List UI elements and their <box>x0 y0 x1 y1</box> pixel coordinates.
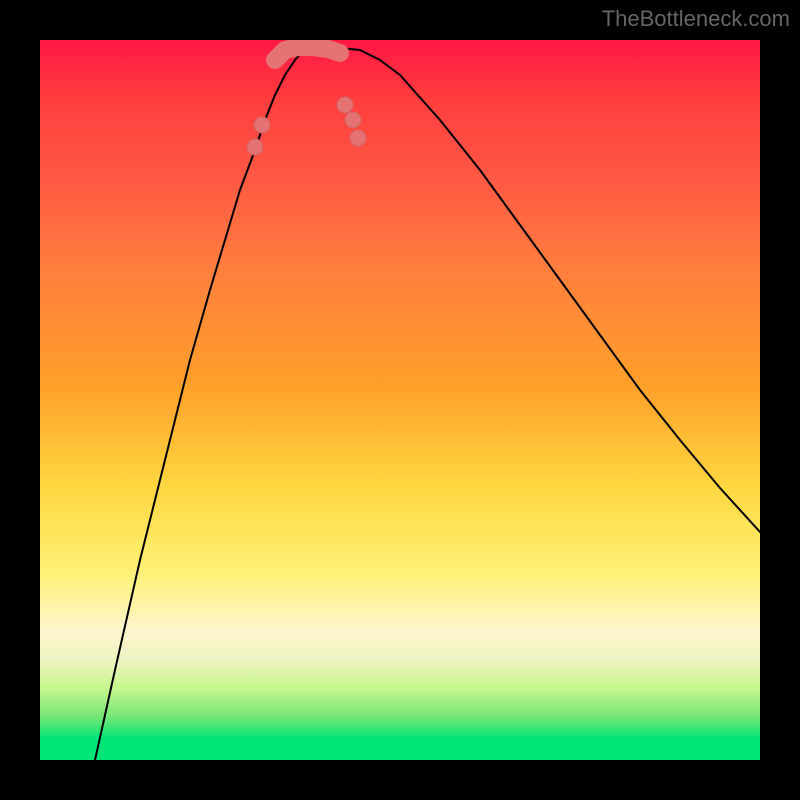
watermark-text: TheBottleneck.com <box>602 6 790 32</box>
curve-marker <box>247 139 263 155</box>
curve-marker <box>350 130 366 146</box>
curve-marker <box>254 117 270 133</box>
chart-container: TheBottleneck.com <box>0 0 800 800</box>
plot-area <box>40 40 760 760</box>
bottleneck-curve <box>40 40 760 760</box>
curve-marker <box>337 97 353 113</box>
curve-marker <box>345 112 361 128</box>
